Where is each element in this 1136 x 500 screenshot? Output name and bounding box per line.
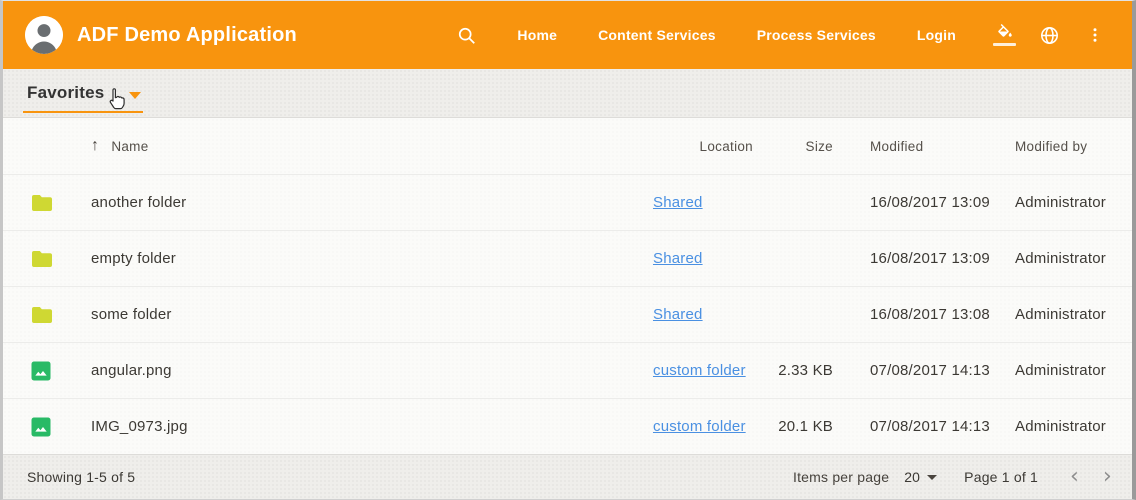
location-link[interactable]: Shared	[653, 306, 703, 323]
showing-label: Showing 1-5 of 5	[27, 469, 135, 485]
sort-ascending-icon[interactable]: ↑	[91, 138, 99, 154]
app-header: ADF Demo Application Home Content Servic…	[3, 1, 1132, 69]
folder-icon	[29, 247, 55, 271]
modified-by: Administrator	[1015, 362, 1110, 379]
modified-by-column-header[interactable]: Modified by	[1015, 139, 1110, 154]
more-options-icon[interactable]	[1086, 26, 1104, 44]
location-link[interactable]: Shared	[653, 250, 703, 267]
modified-by: Administrator	[1015, 306, 1110, 323]
nav-home[interactable]: Home	[517, 27, 557, 43]
modified-by: Administrator	[1015, 250, 1110, 267]
size-column-header[interactable]: Size	[753, 139, 833, 154]
dropdown-caret-icon[interactable]	[129, 92, 141, 99]
file-name[interactable]: another folder	[67, 194, 653, 211]
pagination-bar: Showing 1-5 of 5 Items per page 20 Page …	[3, 454, 1132, 499]
app-title: ADF Demo Application	[77, 24, 297, 47]
color-fill-icon[interactable]	[993, 24, 1016, 47]
image-icon	[29, 415, 53, 439]
document-list: ↑ Name Location Size Modified Modified b…	[3, 118, 1132, 454]
mouse-cursor-icon	[105, 87, 129, 113]
modified-by: Administrator	[1015, 418, 1110, 435]
table-row[interactable]: IMG_0973.jpg custom folder 20.1 KB 07/08…	[3, 398, 1132, 454]
location-link[interactable]: custom folder	[653, 362, 746, 379]
name-column-label: Name	[111, 139, 148, 154]
pagination-controls: Items per page 20 Page 1 of 1 ‹ ›	[793, 466, 1112, 488]
person-icon	[25, 16, 63, 54]
modified-date: 16/08/2017 13:08	[870, 306, 1015, 323]
modified-by: Administrator	[1015, 194, 1110, 211]
modified-date: 07/08/2017 14:13	[870, 362, 1015, 379]
theme-underline	[993, 43, 1016, 47]
main-nav: Home Content Services Process Services L…	[457, 24, 1104, 47]
folder-icon	[29, 191, 55, 215]
image-icon	[29, 359, 53, 383]
folder-icon	[29, 303, 55, 327]
nav-content-services[interactable]: Content Services	[598, 27, 716, 43]
modified-date: 16/08/2017 13:09	[870, 250, 1015, 267]
language-icon[interactable]	[1039, 25, 1060, 46]
table-body: another folder Shared 16/08/2017 13:09 A…	[3, 174, 1132, 454]
modified-date: 07/08/2017 14:13	[870, 418, 1015, 435]
table-row[interactable]: another folder Shared 16/08/2017 13:09 A…	[3, 174, 1132, 230]
favorites-dropdown[interactable]: Favorites	[27, 83, 104, 103]
content-header: Favorites	[3, 69, 1132, 118]
active-underline	[23, 111, 143, 113]
next-page-button[interactable]: ›	[1103, 466, 1112, 488]
app-window: ADF Demo Application Home Content Servic…	[0, 0, 1136, 500]
location-link[interactable]: custom folder	[653, 418, 746, 435]
file-size: 20.1 KB	[753, 418, 833, 435]
file-name[interactable]: empty folder	[67, 250, 653, 267]
page-label: Page 1 of 1	[964, 469, 1038, 485]
items-per-page-select[interactable]: 20	[904, 469, 937, 485]
nav-process-services[interactable]: Process Services	[757, 27, 876, 43]
modified-date: 16/08/2017 13:09	[870, 194, 1015, 211]
nav-login[interactable]: Login	[917, 27, 956, 43]
table-row[interactable]: empty folder Shared 16/08/2017 13:09 Adm…	[3, 230, 1132, 286]
items-per-page-value: 20	[904, 469, 920, 485]
file-name[interactable]: IMG_0973.jpg	[67, 418, 653, 435]
items-per-page-label: Items per page	[793, 469, 889, 485]
name-column-header[interactable]: ↑ Name	[67, 138, 653, 154]
location-column-header[interactable]: Location	[653, 139, 753, 154]
previous-page-button[interactable]: ‹	[1070, 466, 1079, 488]
user-avatar-icon[interactable]	[25, 16, 63, 54]
search-icon[interactable]	[457, 26, 476, 45]
table-row[interactable]: some folder Shared 16/08/2017 13:08 Admi…	[3, 286, 1132, 342]
table-header-row: ↑ Name Location Size Modified Modified b…	[3, 118, 1132, 174]
modified-column-header[interactable]: Modified	[870, 139, 1015, 154]
file-size: 2.33 KB	[753, 362, 833, 379]
dropdown-caret-icon	[927, 475, 937, 480]
file-name[interactable]: angular.png	[67, 362, 653, 379]
file-name[interactable]: some folder	[67, 306, 653, 323]
location-link[interactable]: Shared	[653, 194, 703, 211]
table-row[interactable]: angular.png custom folder 2.33 KB 07/08/…	[3, 342, 1132, 398]
